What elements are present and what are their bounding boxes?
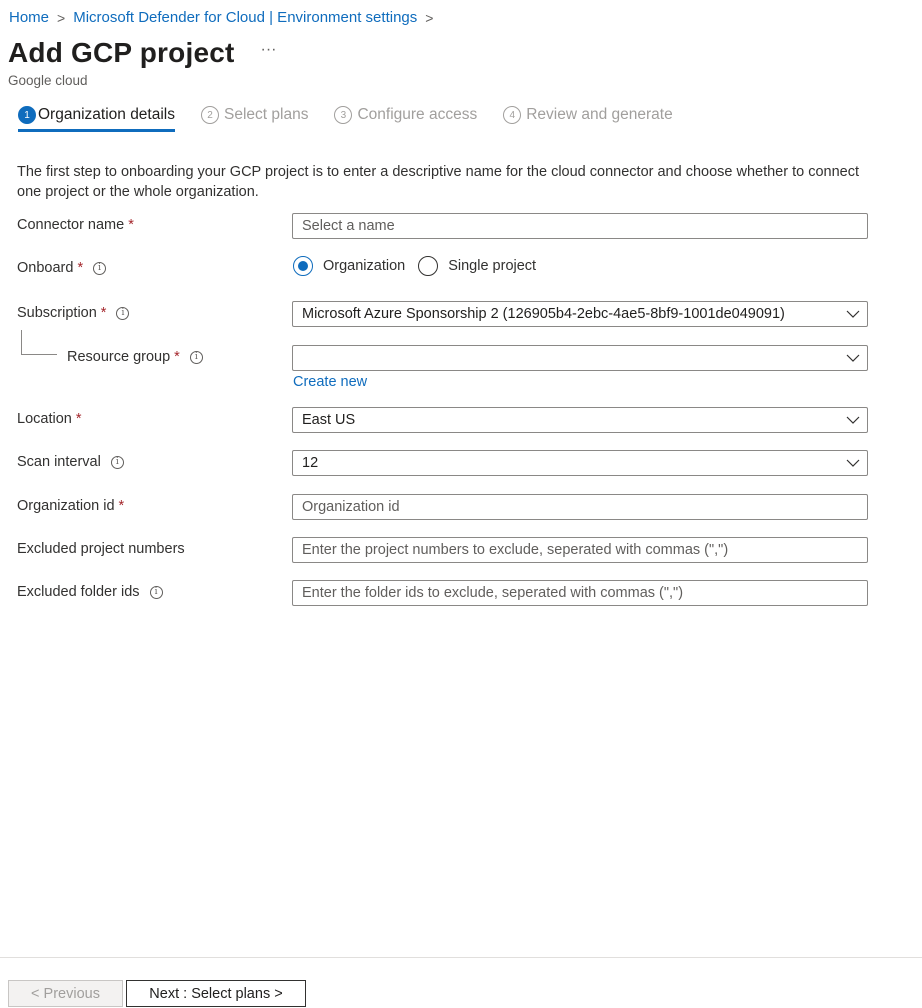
label-text: Connector name (17, 217, 125, 233)
step-label: Review and generate (526, 106, 673, 123)
excluded-folder-ids-field[interactable] (292, 580, 868, 606)
title-row: Add GCP project ··· (8, 37, 277, 69)
organization-id-label: Organization id * (17, 498, 124, 514)
step-number-4: 4 (503, 106, 522, 124)
location-label: Location * (17, 411, 81, 427)
info-icon[interactable]: i (189, 350, 203, 364)
tab-review-and-generate[interactable]: 4 Review and generate (503, 106, 673, 132)
create-new-link[interactable]: Create new (293, 374, 367, 390)
info-icon[interactable]: i (149, 585, 163, 599)
radio-label: Single project (448, 258, 537, 274)
connector-name-input[interactable] (302, 218, 867, 234)
step-number-1: 1 (18, 106, 36, 124)
radio-unchecked-icon (418, 256, 439, 276)
info-icon[interactable]: i (93, 261, 107, 275)
connector-name-field[interactable] (292, 213, 868, 239)
resource-group-label: Resource group * i (67, 349, 203, 365)
onboard-radio-group: Organization Single project (293, 256, 549, 276)
scan-interval-value: 12 (302, 455, 319, 471)
label-text: Subscription (17, 305, 97, 321)
label-text: Resource group (67, 349, 171, 365)
info-icon[interactable]: i (116, 306, 130, 320)
required-marker: * (75, 411, 82, 427)
organization-id-input[interactable] (302, 499, 867, 515)
step-number-2: 2 (201, 106, 219, 124)
required-marker: * (174, 349, 180, 365)
label-text: Onboard (17, 260, 74, 276)
tab-configure-access[interactable]: 3 Configure access (334, 106, 477, 132)
scan-interval-dropdown[interactable]: 12 (292, 450, 868, 476)
tree-connector-line (21, 330, 57, 355)
next-select-plans-button[interactable]: Next : Select plans > (126, 980, 306, 1007)
required-marker: * (77, 260, 84, 276)
radio-label: Organization (323, 258, 406, 274)
page-title: Add GCP project (8, 37, 235, 68)
radio-single-project[interactable]: Single project (418, 256, 536, 276)
required-marker: * (100, 305, 107, 321)
excluded-folder-ids-input[interactable] (302, 585, 867, 601)
step-label: Organization details (38, 106, 175, 123)
chevron-right-icon: > (425, 9, 434, 26)
footer-divider (0, 957, 922, 958)
excluded-project-numbers-label: Excluded project numbers (17, 541, 185, 557)
required-marker: * (118, 498, 125, 514)
excluded-project-numbers-field[interactable] (292, 537, 868, 563)
connector-name-label: Connector name * (17, 217, 134, 233)
required-marker: * (128, 217, 134, 233)
label-text: Location (17, 411, 72, 427)
onboard-label: Onboard * i (17, 260, 107, 276)
resource-group-dropdown[interactable] (292, 345, 868, 371)
chevron-right-icon: > (57, 9, 66, 26)
label-text: Excluded project numbers (17, 541, 185, 557)
chevron-down-icon (839, 354, 867, 362)
chevron-down-icon (839, 416, 867, 424)
subscription-dropdown[interactable]: Microsoft Azure Sponsorship 2 (126905b4-… (292, 301, 868, 327)
tab-select-plans[interactable]: 2 Select plans (201, 106, 308, 132)
subscription-label: Subscription * i (17, 305, 130, 321)
chevron-down-icon (839, 310, 867, 318)
radio-organization[interactable]: Organization (293, 256, 405, 276)
breadcrumb-home-link[interactable]: Home (9, 9, 49, 26)
scan-interval-label: Scan interval i (17, 454, 124, 470)
page-subtitle: Google cloud (8, 73, 88, 88)
location-dropdown[interactable]: East US (292, 407, 868, 433)
excluded-project-numbers-input[interactable] (302, 542, 867, 558)
label-text: Organization id (17, 498, 115, 514)
breadcrumb: Home > Microsoft Defender for Cloud | En… (9, 9, 441, 26)
tab-organization-details[interactable]: 1 Organization details (18, 106, 175, 132)
label-text: Scan interval (17, 454, 101, 470)
step-label: Select plans (224, 106, 309, 123)
chevron-down-icon (839, 459, 867, 467)
more-actions-icon[interactable]: ··· (261, 41, 277, 59)
label-text: Excluded folder ids (17, 584, 140, 600)
breadcrumb-environment-settings-link[interactable]: Microsoft Defender for Cloud | Environme… (73, 9, 417, 26)
wizard-steps: 1 Organization details 2 Select plans 3 … (18, 106, 673, 132)
radio-checked-icon (293, 256, 313, 276)
location-value: East US (302, 412, 356, 428)
intro-text: The first step to onboarding your GCP pr… (17, 164, 860, 200)
organization-id-field[interactable] (292, 494, 868, 520)
step-label: Configure access (357, 106, 478, 123)
info-icon[interactable]: i (110, 455, 124, 469)
previous-button[interactable]: < Previous (8, 980, 123, 1007)
subscription-value: Microsoft Azure Sponsorship 2 (126905b4-… (302, 306, 785, 322)
excluded-folder-ids-label: Excluded folder ids i (17, 584, 163, 600)
step-number-3: 3 (334, 106, 353, 124)
